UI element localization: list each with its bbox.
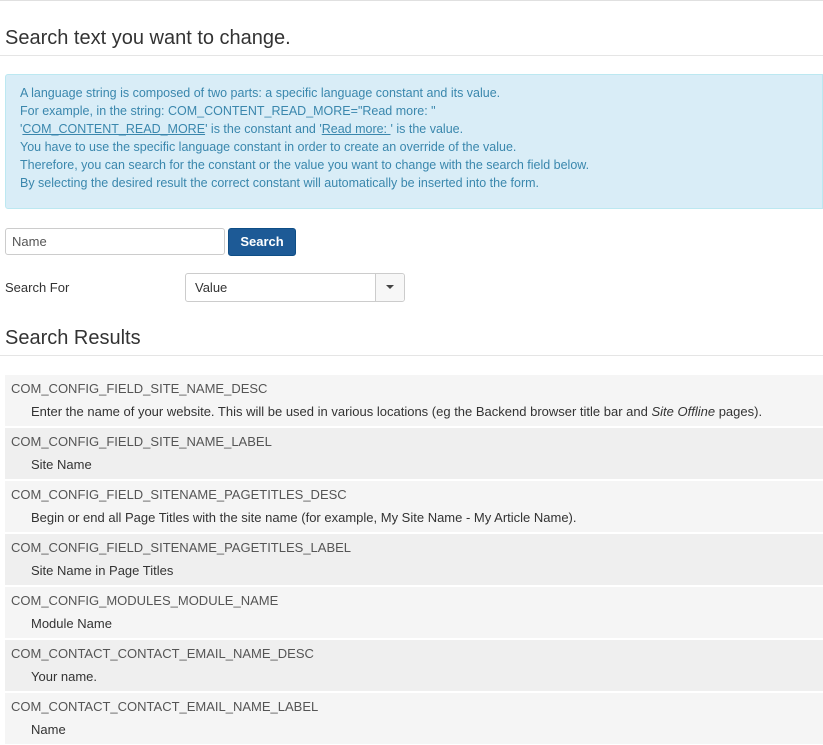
search-button[interactable]: Search <box>228 228 296 256</box>
info-line: 'COM_CONTENT_READ_MORE' is the constant … <box>20 122 464 136</box>
result-item[interactable]: COM_CONTACT_CONTACT_EMAIL_NAME_LABEL Nam… <box>5 693 823 744</box>
info-value-example: Read more: <box>321 122 391 136</box>
info-line: By selecting the desired result the corr… <box>20 176 540 190</box>
result-constant: COM_CONFIG_FIELD_SITENAME_PAGETITLES_LAB… <box>11 540 352 555</box>
results-divider <box>0 355 823 356</box>
chevron-down-icon <box>386 285 394 289</box>
result-value: Site Name in Page Titles <box>31 563 174 578</box>
result-item[interactable]: COM_CONFIG_FIELD_SITENAME_PAGETITLES_LAB… <box>5 534 823 585</box>
result-constant: COM_CONTACT_CONTACT_EMAIL_NAME_DESC <box>11 646 314 661</box>
result-value-text: Enter the name of your website. This wil… <box>31 404 652 419</box>
result-constant: COM_CONTACT_CONTACT_EMAIL_NAME_LABEL <box>11 699 319 714</box>
result-value: Name <box>31 722 66 737</box>
result-constant: COM_CONFIG_MODULES_MODULE_NAME <box>11 593 279 608</box>
results-list: COM_CONFIG_FIELD_SITE_NAME_DESC Enter th… <box>5 375 823 745</box>
info-alert: A language string is composed of two par… <box>5 74 823 209</box>
result-value: Your name. <box>31 669 98 684</box>
result-value-italic: Site Offline <box>651 404 716 419</box>
info-line: You have to use the specific language co… <box>20 140 517 154</box>
result-value: Begin or end all Page Titles with the si… <box>31 510 577 525</box>
info-line: Therefore, you can search for the consta… <box>20 158 590 172</box>
info-line-text: ' is the constant and ' <box>205 122 322 136</box>
info-line: A language string is composed of two par… <box>20 86 501 100</box>
search-for-selected-value: Value <box>195 280 228 295</box>
result-constant: COM_CONFIG_FIELD_SITE_NAME_DESC <box>11 381 268 396</box>
title-divider <box>0 55 823 56</box>
result-value: Module Name <box>31 616 112 631</box>
result-item[interactable]: COM_CONFIG_FIELD_SITE_NAME_LABEL Site Na… <box>5 428 823 479</box>
result-value: Enter the name of your website. This wil… <box>11 404 817 419</box>
results-title: Search Results <box>5 327 141 349</box>
result-value: Site Name <box>31 457 92 472</box>
info-constant-example: COM_CONTENT_READ_MORE <box>22 122 206 136</box>
search-input[interactable] <box>5 228 225 255</box>
search-for-label: Search For <box>5 280 70 295</box>
result-item[interactable]: COM_CONFIG_FIELD_SITENAME_PAGETITLES_DES… <box>5 481 823 532</box>
result-item[interactable]: COM_CONTACT_CONTACT_EMAIL_NAME_DESC Your… <box>5 640 823 691</box>
result-constant: COM_CONFIG_FIELD_SITE_NAME_LABEL <box>11 434 272 449</box>
result-item[interactable]: COM_CONFIG_FIELD_SITE_NAME_DESC Enter th… <box>5 375 823 426</box>
result-value-text: pages). <box>715 404 763 419</box>
info-line-text: ' is the value. <box>390 122 464 136</box>
result-item[interactable]: COM_CONFIG_MODULES_MODULE_NAME Module Na… <box>5 587 823 638</box>
select-toggle[interactable] <box>375 274 404 301</box>
result-constant: COM_CONFIG_FIELD_SITENAME_PAGETITLES_DES… <box>11 487 347 502</box>
page-title: Search text you want to change. <box>5 27 291 49</box>
info-line: For example, in the string: COM_CONTENT_… <box>20 104 436 118</box>
page: Search text you want to change. A langua… <box>0 0 823 745</box>
search-for-select[interactable]: Value <box>185 273 405 302</box>
